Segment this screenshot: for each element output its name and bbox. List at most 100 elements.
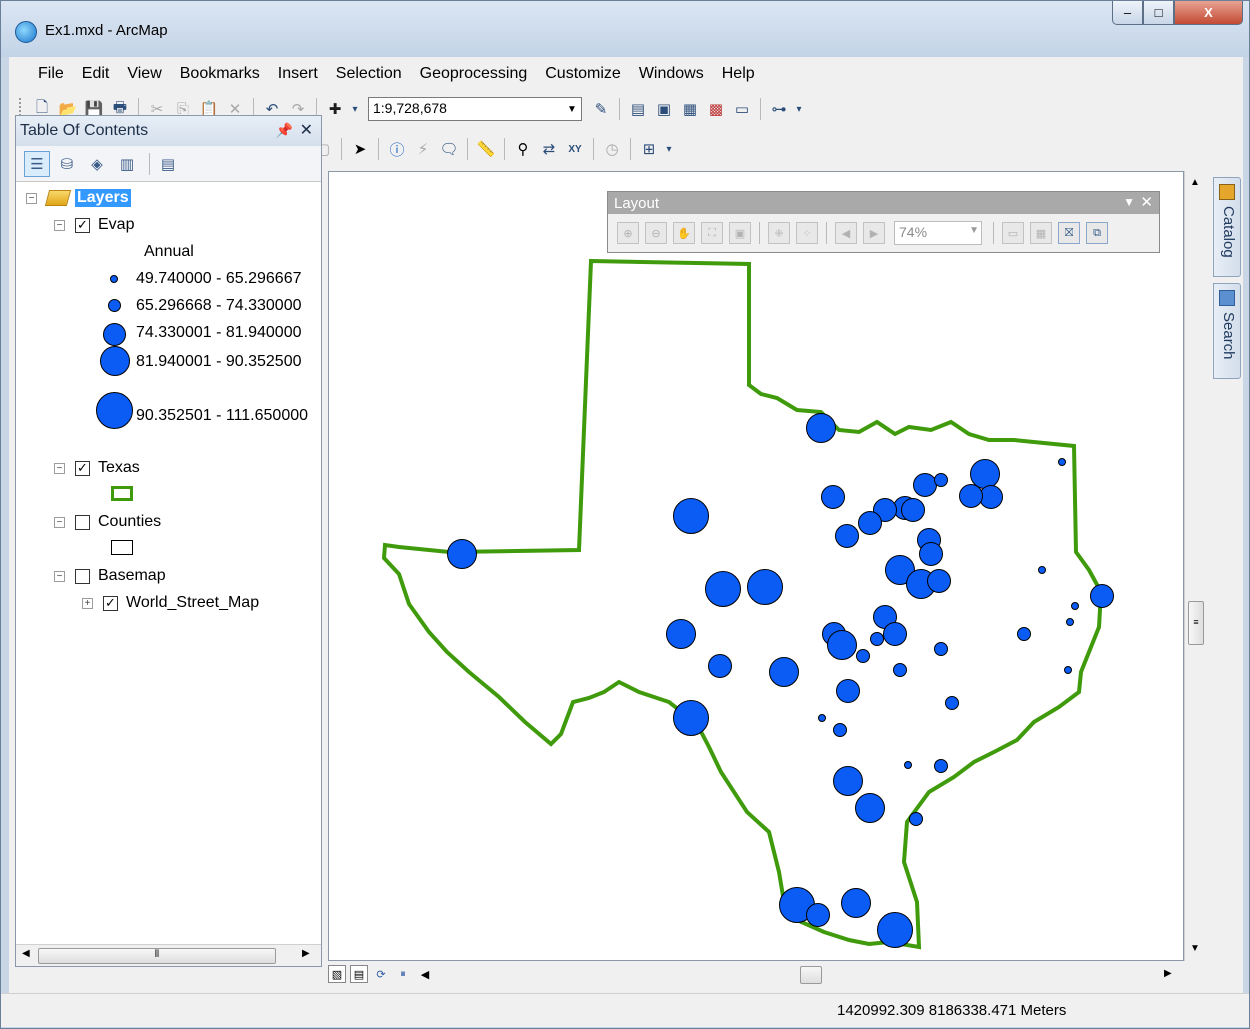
toolbar-options-icon[interactable]: ▾ <box>794 98 804 120</box>
toggle-draft-mode-icon[interactable]: ▭ <box>1002 222 1024 244</box>
scroll-left-icon[interactable]: ◀ <box>22 948 30 959</box>
pin-icon[interactable]: 📌 <box>276 122 293 139</box>
menu-bookmarks[interactable]: Bookmarks <box>171 65 269 83</box>
chevron-down-icon[interactable]: ▼ <box>563 98 581 120</box>
scroll-thumb[interactable] <box>800 966 822 984</box>
evap-station-point[interactable] <box>904 761 912 769</box>
layers-dataframe-row[interactable]: − Layers <box>26 186 131 210</box>
menu-edit[interactable]: Edit <box>73 65 119 83</box>
evap-station-point[interactable] <box>934 759 948 773</box>
evap-station-point[interactable] <box>769 657 799 687</box>
scroll-thumb[interactable]: ≡ <box>1188 601 1204 645</box>
map-display[interactable] <box>328 171 1184 961</box>
pause-drawing-icon[interactable]: ⏸ <box>394 965 412 983</box>
menu-insert[interactable]: Insert <box>269 65 327 83</box>
evap-station-point[interactable] <box>1066 618 1074 626</box>
editor-toolbar-icon[interactable]: ✎ <box>590 98 612 120</box>
evap-station-point[interactable] <box>877 912 913 948</box>
collapse-icon[interactable]: − <box>54 219 65 231</box>
evap-station-point[interactable] <box>1071 602 1079 610</box>
evap-station-point[interactable] <box>893 663 907 677</box>
layout-zoom-in-icon[interactable]: ⊕ <box>617 222 639 244</box>
select-elements-arrow-icon[interactable]: ➤ <box>349 138 371 160</box>
evap-station-point[interactable] <box>858 511 882 535</box>
add-data-icon[interactable]: ✚ <box>324 98 346 120</box>
toc-horizontal-scrollbar[interactable]: ◀ ⦀ ▶ <box>16 944 321 966</box>
fixed-zoom-in-icon[interactable]: ⁜ <box>768 222 790 244</box>
map-scale-combobox[interactable]: 1:9,728,678 ▼ <box>368 97 582 121</box>
world-street-map-row[interactable]: + ✓ World_Street_Map <box>82 591 259 615</box>
evap-station-point[interactable] <box>934 642 948 656</box>
menu-windows[interactable]: Windows <box>630 65 713 83</box>
evap-station-point[interactable] <box>855 793 885 823</box>
measure-icon[interactable]: 📏 <box>475 138 497 160</box>
evap-station-point[interactable] <box>870 632 884 646</box>
table-of-contents-icon[interactable]: ▤ <box>627 98 649 120</box>
evap-station-point[interactable] <box>833 723 847 737</box>
counties-layer-label[interactable]: Counties <box>98 513 161 531</box>
layout-pan-icon[interactable]: ✋ <box>673 222 695 244</box>
evap-station-point[interactable] <box>841 888 871 918</box>
evap-station-point[interactable] <box>747 569 783 605</box>
evap-visibility-checkbox[interactable]: ✓ <box>75 217 90 233</box>
expand-icon[interactable]: + <box>82 597 93 609</box>
add-data-dropdown-icon[interactable]: ▾ <box>350 98 360 120</box>
layout-view-button[interactable]: ▤ <box>350 965 368 983</box>
evap-station-point[interactable] <box>806 413 836 443</box>
data-view-button[interactable]: ▧ <box>328 965 346 983</box>
evap-station-point[interactable] <box>945 696 959 710</box>
menu-help[interactable]: Help <box>713 65 764 83</box>
evap-station-point[interactable] <box>901 498 925 522</box>
evap-station-point[interactable] <box>447 539 477 569</box>
fixed-zoom-out-icon[interactable]: ⁘ <box>796 222 818 244</box>
list-by-selection-icon[interactable]: ▥ <box>114 151 140 177</box>
evap-station-point[interactable] <box>821 485 845 509</box>
evap-station-point[interactable] <box>818 714 826 722</box>
evap-station-point[interactable] <box>934 473 948 487</box>
list-by-visibility-icon[interactable]: ◈ <box>84 151 110 177</box>
layout-zoom-out-icon[interactable]: ⊖ <box>645 222 667 244</box>
scroll-down-icon[interactable]: ▼ <box>1190 943 1200 954</box>
evap-station-point[interactable] <box>708 654 732 678</box>
collapse-icon[interactable]: − <box>54 570 65 582</box>
evap-station-point[interactable] <box>1090 584 1114 608</box>
evap-station-point[interactable] <box>1058 458 1066 466</box>
arctoolbox-icon[interactable]: ▩ <box>705 98 727 120</box>
search-tab[interactable]: Search <box>1213 283 1241 379</box>
menu-file[interactable]: File <box>29 65 73 83</box>
evap-station-point[interactable] <box>836 679 860 703</box>
counties-layer-row[interactable]: − Counties <box>54 510 161 534</box>
toolbar-options-icon[interactable]: ▾ <box>664 138 674 160</box>
world-street-map-checkbox[interactable]: ✓ <box>103 595 118 611</box>
create-viewer-window-icon[interactable]: ⊞ <box>638 138 660 160</box>
zoom-whole-page-icon[interactable]: ⛶ <box>701 222 723 244</box>
basemap-layer-label[interactable]: Basemap <box>98 567 166 585</box>
evap-station-point[interactable] <box>827 630 857 660</box>
list-by-drawing-order-icon[interactable]: ☰ <box>24 150 50 177</box>
scroll-right-icon[interactable]: ▶ <box>1164 968 1172 979</box>
list-by-source-icon[interactable]: ⛁ <box>54 151 80 177</box>
evap-station-point[interactable] <box>909 812 923 826</box>
close-icon[interactable]: ✕ <box>1140 193 1153 211</box>
find-binoculars-icon[interactable]: ⚲ <box>512 138 534 160</box>
previous-extent-icon[interactable]: ◀ <box>835 222 857 244</box>
evap-station-point[interactable] <box>1064 666 1072 674</box>
go-to-xy-icon[interactable]: XY <box>564 138 586 160</box>
hyperlink-icon[interactable]: ⚡ <box>412 138 434 160</box>
scroll-left-icon[interactable]: ◀ <box>416 965 434 983</box>
texas-layer-row[interactable]: − ✓ Texas <box>54 456 140 480</box>
find-route-icon[interactable]: ⇄ <box>538 138 560 160</box>
catalog-tab[interactable]: Catalog <box>1213 177 1241 277</box>
python-window-icon[interactable]: ▭ <box>731 98 753 120</box>
focus-data-frame-icon[interactable]: ▦ <box>1030 222 1052 244</box>
chevron-down-icon[interactable]: ▼ <box>969 225 979 236</box>
menu-customize[interactable]: Customize <box>536 65 630 83</box>
evap-station-point[interactable] <box>927 569 951 593</box>
layout-toolbar-header[interactable]: Layout ▼ ✕ <box>608 192 1159 214</box>
refresh-icon[interactable]: ⟳ <box>372 965 390 983</box>
identify-icon[interactable]: ⓘ <box>386 138 408 160</box>
modelbuilder-icon[interactable]: ⊶ <box>768 98 790 120</box>
evap-station-point[interactable] <box>666 619 696 649</box>
counties-visibility-checkbox[interactable] <box>75 514 90 530</box>
close-icon[interactable]: ✕ <box>300 120 313 140</box>
